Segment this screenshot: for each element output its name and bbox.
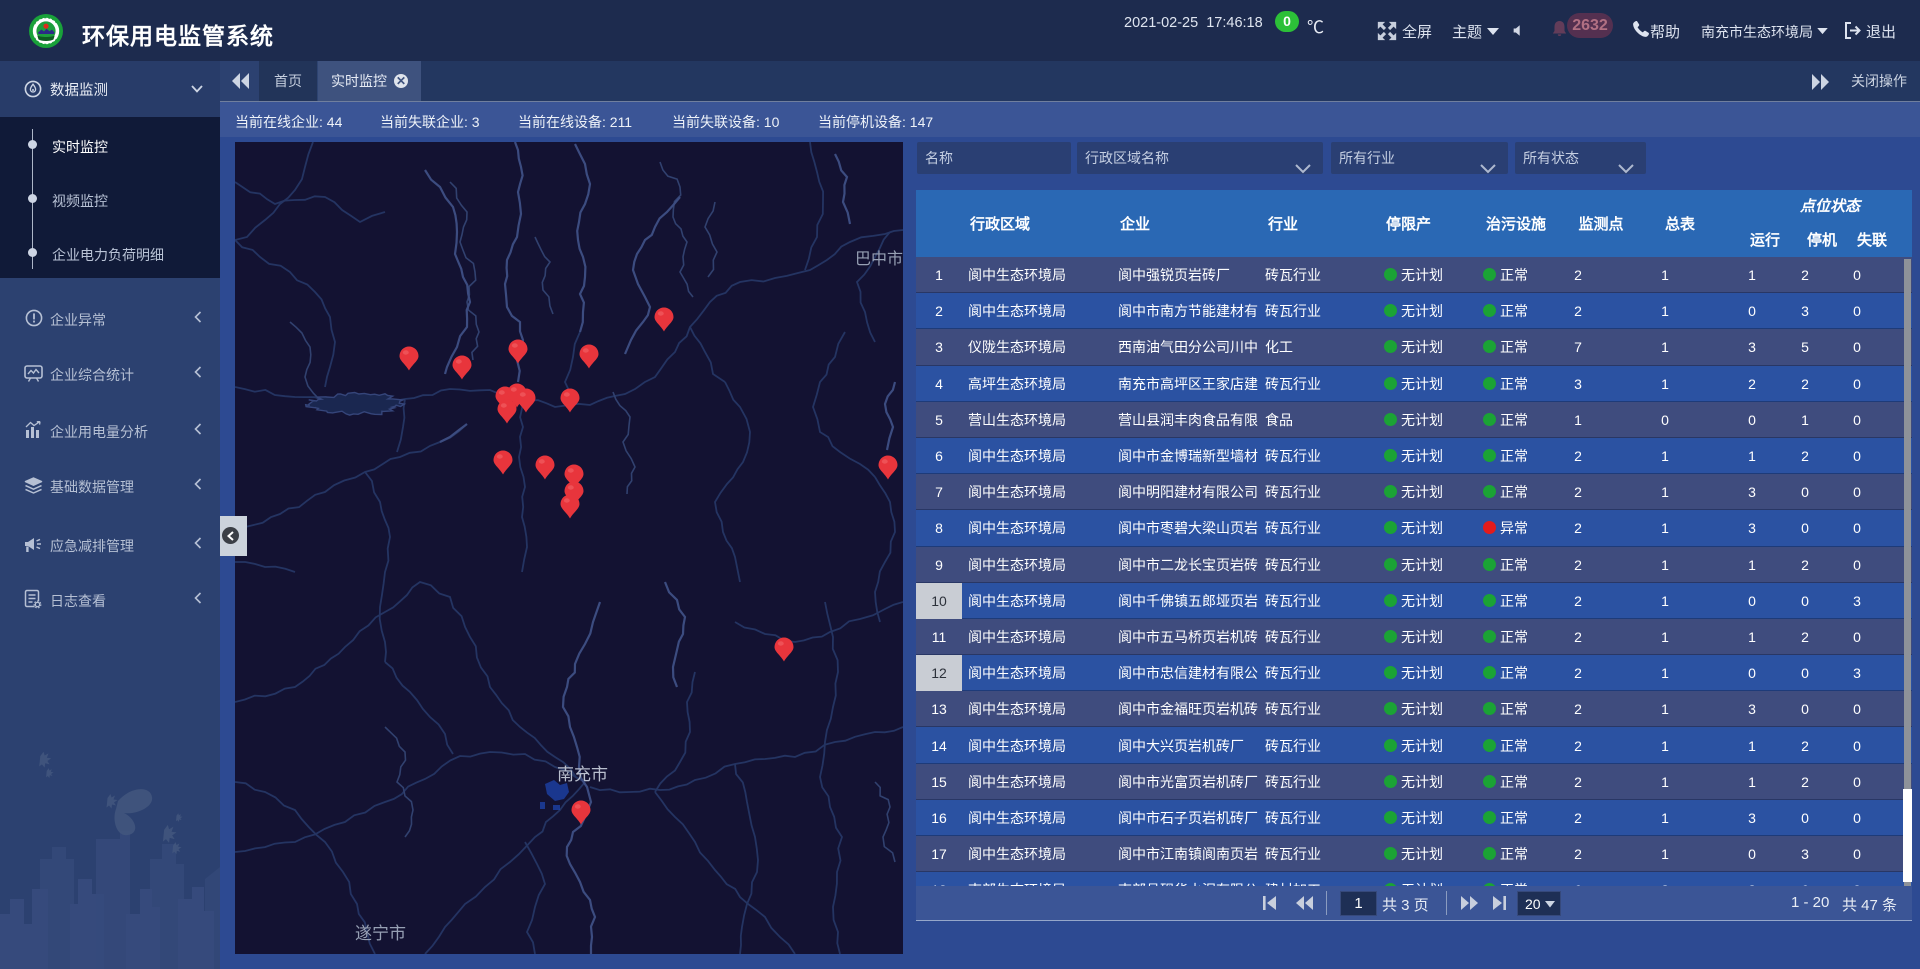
- svg-text:遂宁市: 遂宁市: [355, 924, 406, 943]
- svg-text:巴中市: 巴中市: [855, 250, 903, 268]
- svg-text:南充市: 南充市: [557, 765, 608, 784]
